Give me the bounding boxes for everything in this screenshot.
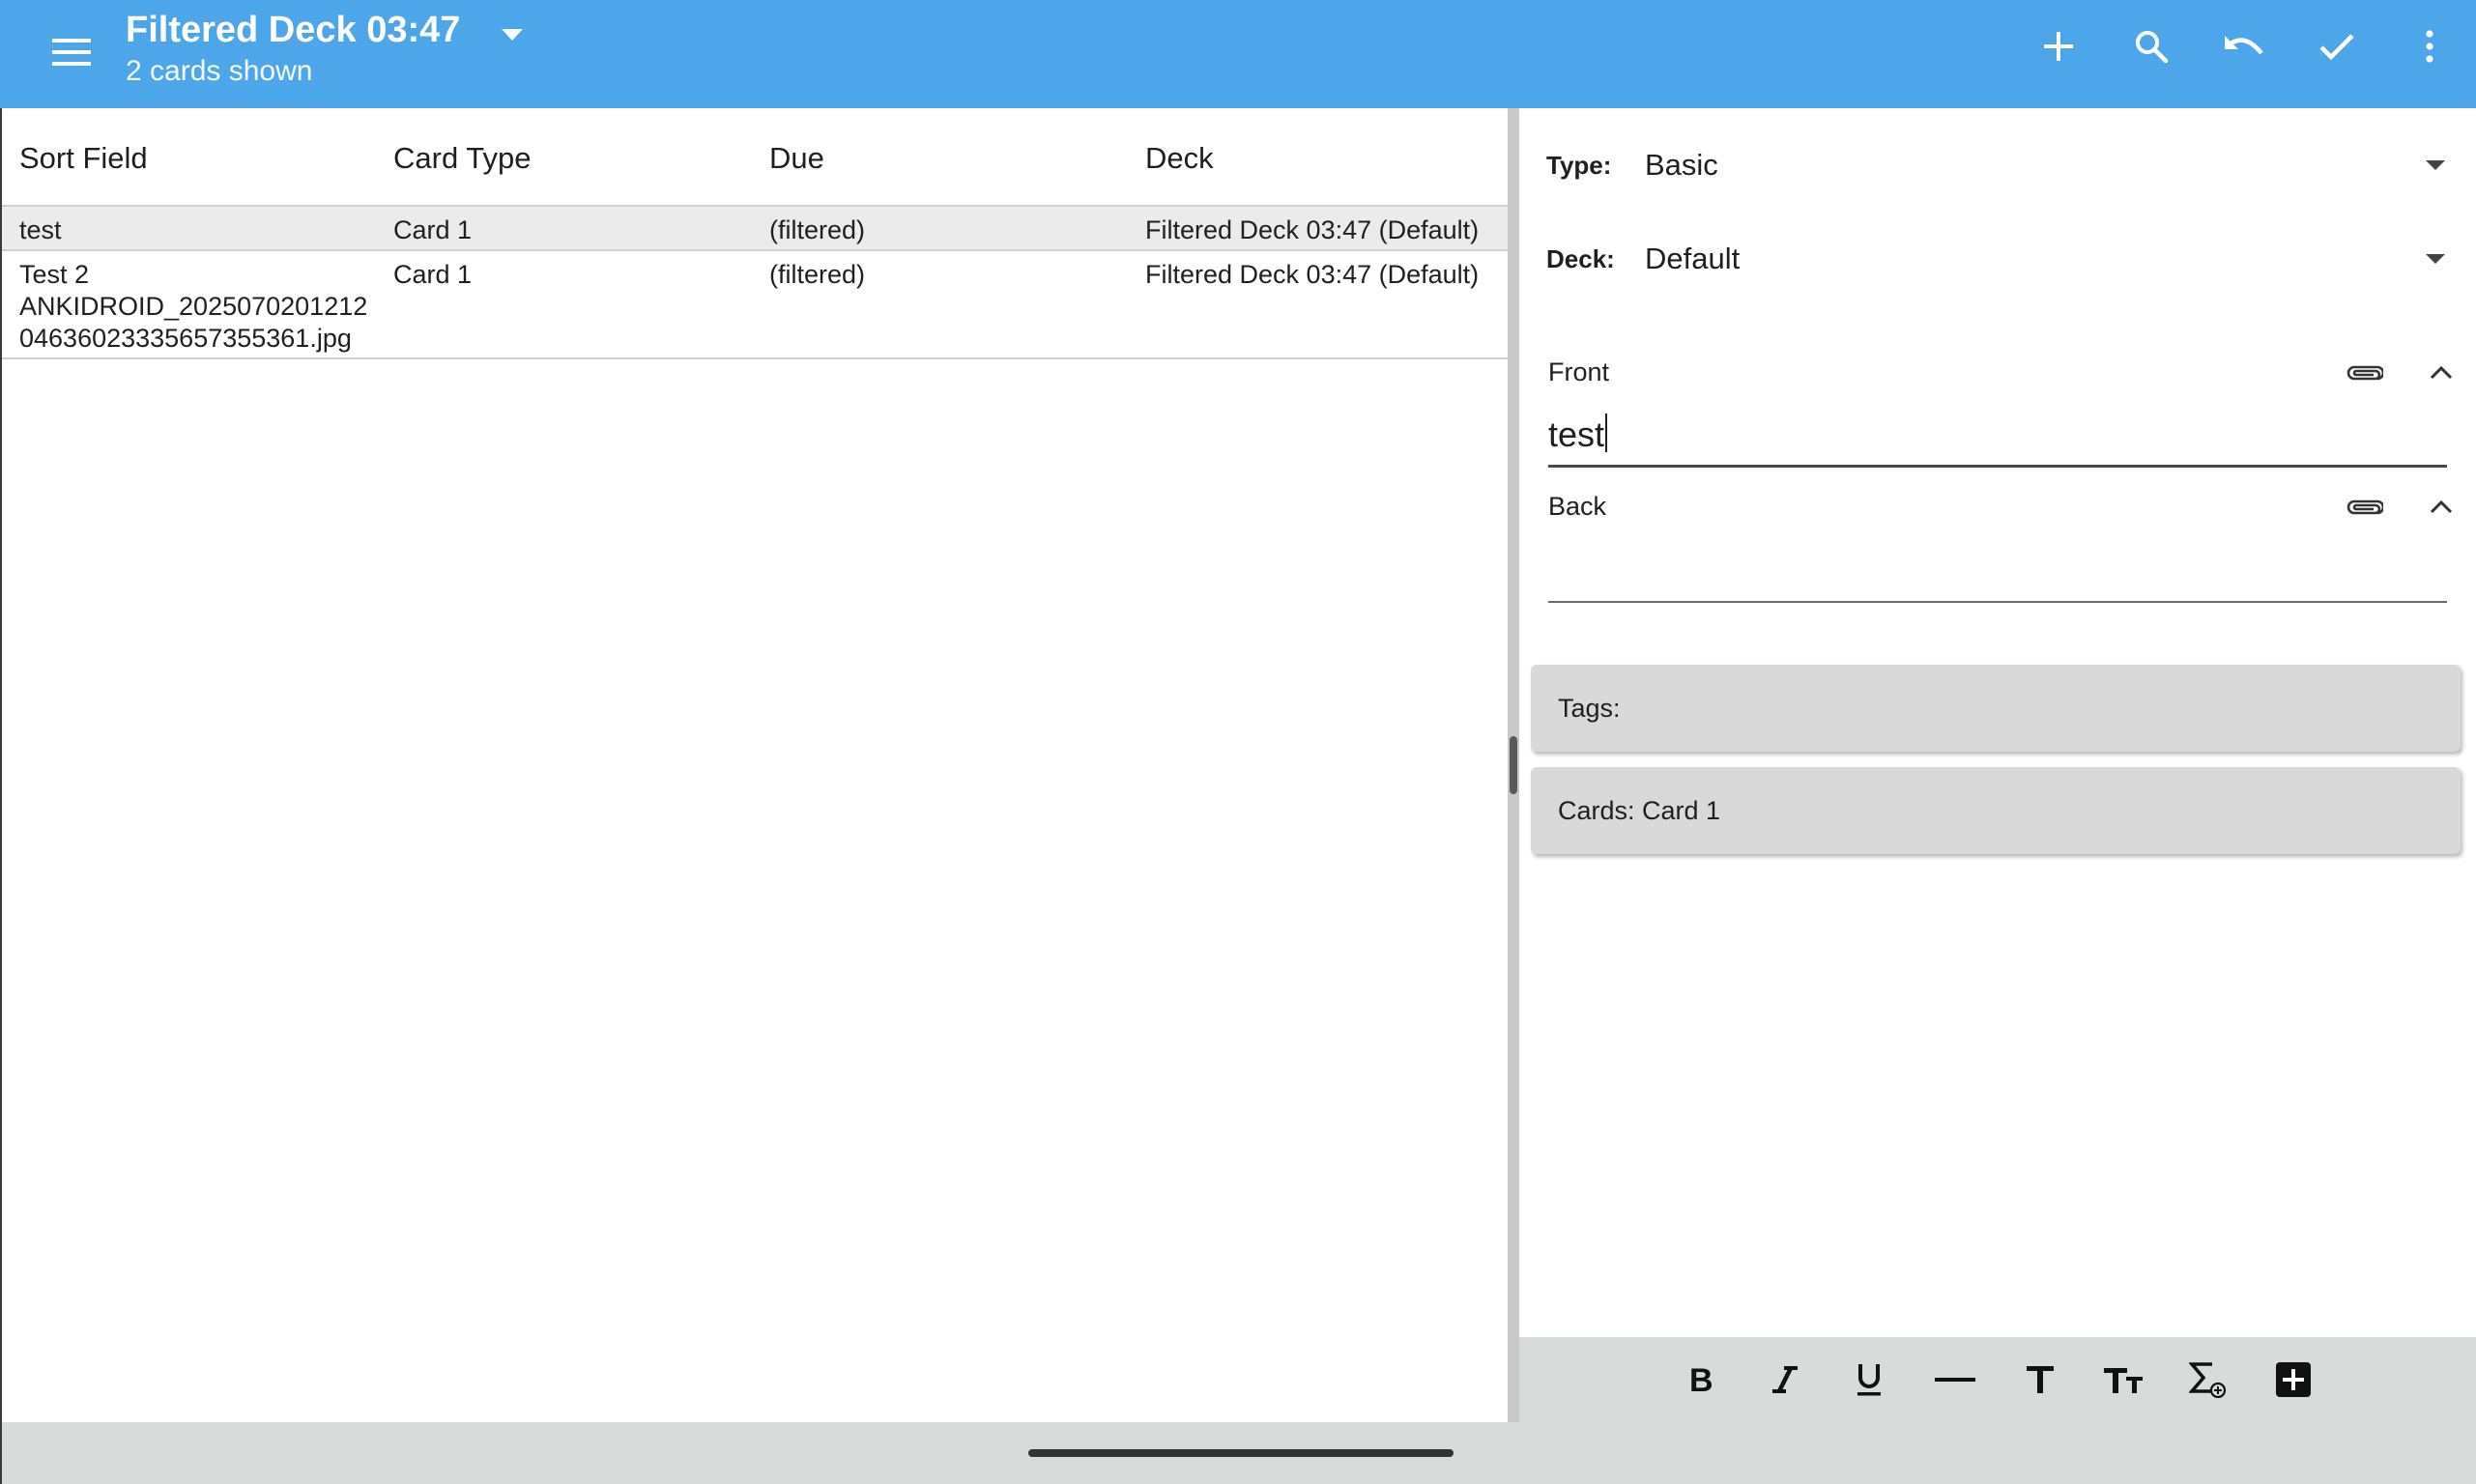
- text-case-icon[interactable]: [2089, 1349, 2157, 1411]
- cell-due: (filtered): [769, 260, 866, 289]
- cell-deck: Filtered Deck 03:47 (Default): [1145, 215, 1480, 244]
- type-label: Type:: [1546, 150, 1612, 180]
- dropdown-arrow-icon: [2416, 254, 2455, 264]
- table-row[interactable]: test Card 1 (filtered) Filtered Deck 03:…: [2, 207, 1508, 251]
- deck-label: Deck:: [1546, 243, 1615, 273]
- cell-due: (filtered): [769, 215, 866, 244]
- app-bar: Filtered Deck 03:47 2 cards shown: [0, 0, 2476, 108]
- cards-shown-count: 2 cards shown: [126, 55, 313, 87]
- bold-icon[interactable]: B: [1666, 1349, 1734, 1411]
- underline-icon[interactable]: [1835, 1349, 1903, 1411]
- more-vert-icon[interactable]: [2383, 12, 2476, 81]
- add-icon[interactable]: [2012, 12, 2105, 81]
- cell-card-type: Card 1: [393, 260, 473, 289]
- cell-deck: Filtered Deck 03:47 (Default): [1145, 260, 1480, 289]
- back-field-label: Back: [1548, 492, 1607, 521]
- pane-divider[interactable]: [1508, 108, 1519, 1422]
- cell-card-type: Card 1: [393, 215, 473, 244]
- search-icon[interactable]: [2105, 12, 2198, 81]
- undo-icon[interactable]: [2198, 12, 2290, 81]
- column-header-deck[interactable]: Deck: [1145, 141, 1214, 176]
- deck-value: Default: [1645, 242, 1741, 275]
- list-header: Sort Field Card Type Due Deck: [2, 108, 1508, 207]
- dropdown-arrow-icon[interactable]: [491, 14, 533, 56]
- front-field-input[interactable]: test: [1548, 408, 2447, 468]
- note-type-selector[interactable]: Type: Basic: [1546, 136, 2455, 194]
- tags-button[interactable]: Tags:: [1531, 665, 2461, 752]
- column-header-card-type[interactable]: Card Type: [393, 141, 531, 176]
- column-header-sort-field[interactable]: Sort Field: [19, 141, 148, 176]
- svg-text:B: B: [1689, 1364, 1713, 1395]
- attach-icon[interactable]: [2337, 480, 2391, 534]
- cell-sort-field: Test 2 ANKIDROID_2025070201212 046360233…: [19, 260, 368, 353]
- collapse-chevron-icon[interactable]: [2414, 346, 2468, 400]
- mathjax-icon[interactable]: [2174, 1349, 2242, 1411]
- table-row[interactable]: Test 2 ANKIDROID_2025070201212 046360233…: [2, 251, 1508, 359]
- type-value: Basic: [1645, 148, 1718, 182]
- attach-icon[interactable]: [2337, 346, 2391, 400]
- column-header-due[interactable]: Due: [769, 141, 824, 176]
- back-field-input[interactable]: [1548, 543, 2447, 603]
- deck-title[interactable]: Filtered Deck 03:47: [126, 8, 460, 52]
- note-editor: Type: Basic Deck: Default Front test Bac…: [1519, 108, 2476, 1337]
- text-cursor: [1605, 414, 1608, 452]
- text-size-icon[interactable]: [2006, 1349, 2074, 1411]
- front-field-label: Front: [1548, 357, 1610, 386]
- gesture-handle[interactable]: [1028, 1449, 1454, 1457]
- horizontal-rule-icon[interactable]: [1921, 1349, 1989, 1411]
- add-custom-format-icon[interactable]: [2260, 1349, 2327, 1411]
- formatting-toolbar: B: [1519, 1337, 2476, 1422]
- deck-selector[interactable]: Deck: Default: [1546, 230, 2455, 288]
- menu-icon[interactable]: [39, 19, 104, 85]
- dropdown-arrow-icon: [2416, 160, 2455, 170]
- app-bar-actions: [2012, 12, 2476, 81]
- navigation-bar: [0, 1422, 2476, 1484]
- cell-sort-field: test: [19, 215, 62, 244]
- card-list-panel: Sort Field Card Type Due Deck test Card …: [0, 108, 1508, 1422]
- cards-button[interactable]: Cards: Card 1: [1531, 767, 2461, 854]
- italic-icon[interactable]: [1751, 1349, 1819, 1411]
- collapse-chevron-icon[interactable]: [2414, 480, 2468, 534]
- drag-handle[interactable]: [1510, 736, 1517, 794]
- check-icon[interactable]: [2290, 12, 2383, 81]
